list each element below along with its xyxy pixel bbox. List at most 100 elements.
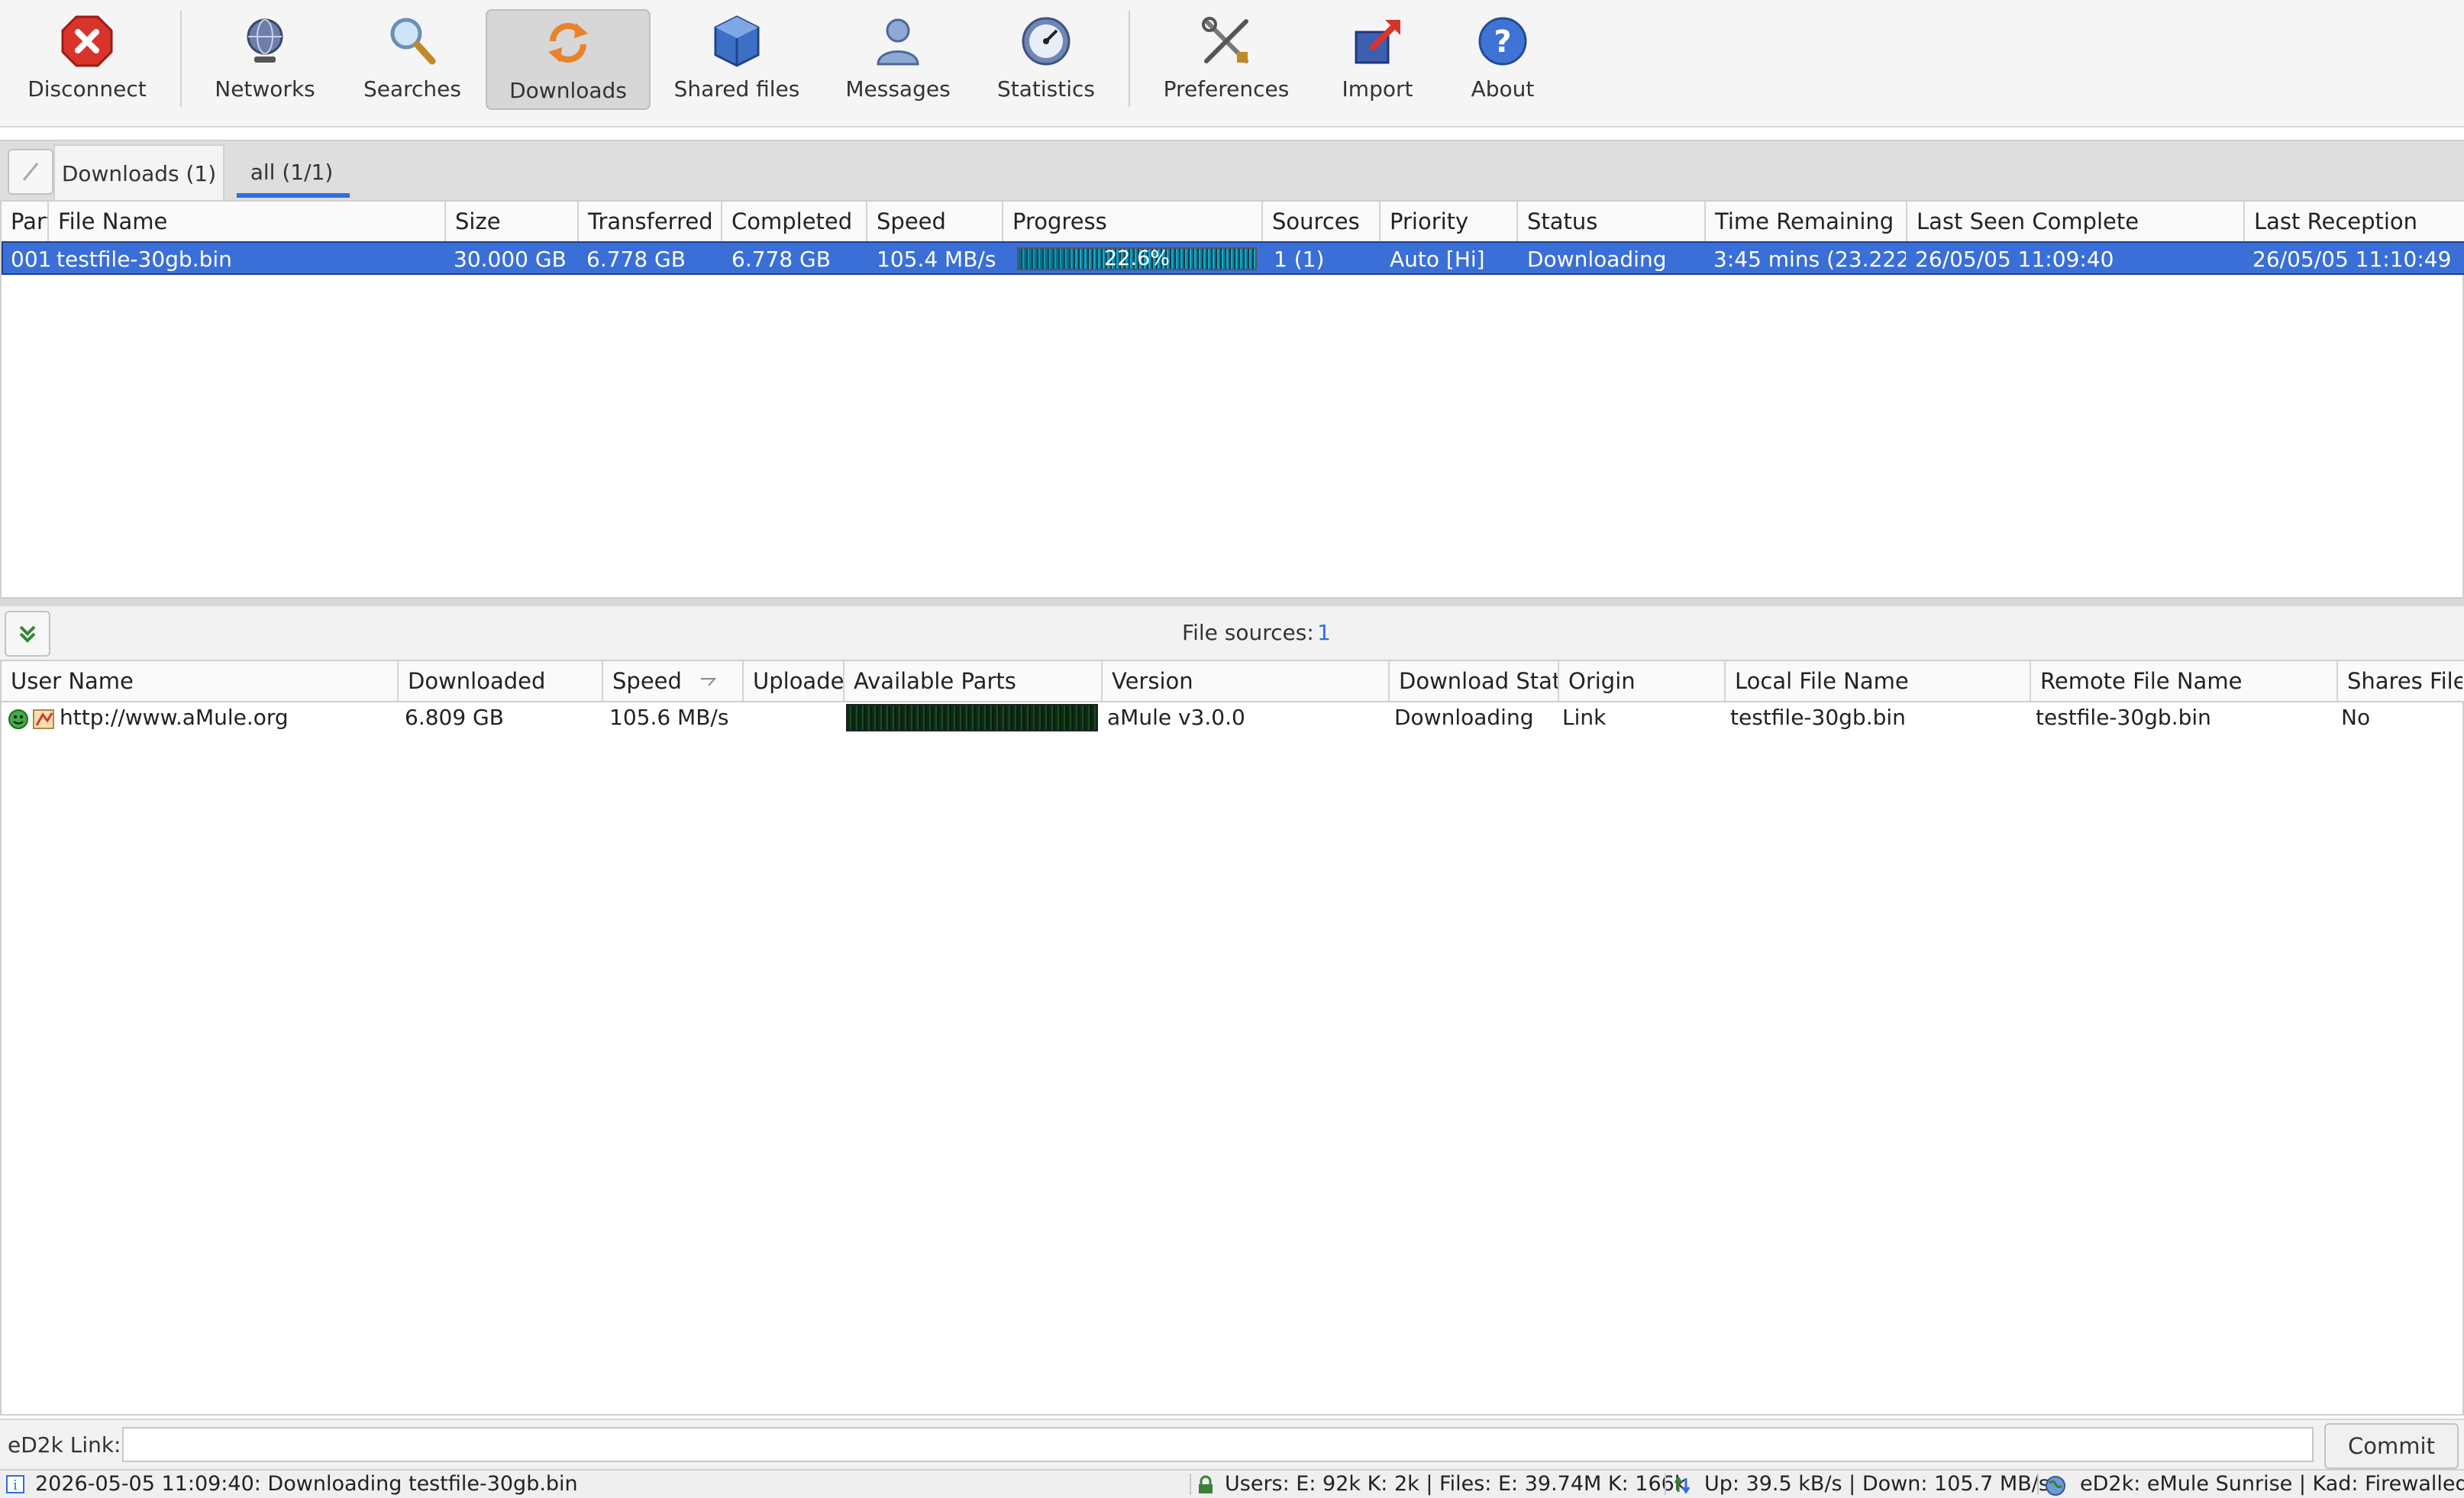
- cell-speed: 105.4 MB/s: [877, 247, 996, 272]
- col-version[interactable]: Version: [1103, 661, 1390, 701]
- col-transferred[interactable]: Transferred: [579, 202, 722, 241]
- info-icon: i: [6, 1475, 24, 1493]
- disconnect-label: Disconnect: [27, 76, 147, 102]
- network-status-icon: [2046, 1476, 2065, 1496]
- downloads-button[interactable]: Downloads: [486, 9, 651, 110]
- col-part[interactable]: Part: [2, 202, 49, 241]
- sources-header: User Name Downloaded Speed Uploaded Avai…: [2, 661, 2464, 702]
- downloads-list: Part File Name Size Transferred Complete…: [0, 200, 2464, 599]
- transfer-arrows-icon: [1674, 1476, 1691, 1494]
- commit-button[interactable]: Commit: [2324, 1423, 2459, 1469]
- status-network: eD2k: eMule Sunrise | Kad: Firewalled: [2080, 1472, 2464, 1496]
- statistics-icon: [1022, 17, 1071, 66]
- splitter[interactable]: [0, 599, 2464, 606]
- double-chevron-down-icon: [19, 625, 36, 643]
- preferences-label: Preferences: [1163, 76, 1290, 102]
- svg-text:i: i: [13, 1477, 18, 1493]
- col-file-name[interactable]: File Name: [49, 202, 446, 241]
- messages-label: Messages: [845, 76, 951, 102]
- downloads-header: Part File Name Size Transferred Complete…: [2, 202, 2464, 243]
- sort-indicator-icon: [701, 678, 717, 686]
- status-separator: [2037, 1474, 2039, 1495]
- preferences-icon: [1202, 17, 1248, 63]
- cell-file-name: testfile-30gb.bin: [57, 247, 232, 272]
- tab-downloads[interactable]: Downloads (1): [53, 144, 224, 201]
- cell-downloaded: 6.809 GB: [405, 705, 504, 730]
- cell-origin: Link: [1562, 705, 1607, 730]
- cell-part: 001: [11, 247, 50, 272]
- toolbar: Disconnect Networks Searches Downloads S…: [0, 0, 2464, 128]
- searches-button[interactable]: Searches: [351, 9, 473, 107]
- col-progress[interactable]: Progress: [1003, 202, 1263, 241]
- col-uploaded[interactable]: Uploaded: [744, 661, 844, 701]
- searches-label: Searches: [363, 76, 461, 102]
- tab-all[interactable]: all (1/1): [223, 144, 360, 199]
- cell-size: 30.000 GB: [454, 247, 567, 272]
- cell-sources: 1 (1): [1274, 247, 1325, 272]
- status-separator: [1665, 1474, 1666, 1495]
- col-available-parts[interactable]: Available Parts: [844, 661, 1103, 701]
- col-remote-file-name[interactable]: Remote File Name: [2031, 661, 2338, 701]
- cell-time-remaining: 3:45 mins (23.222 GB): [1713, 247, 1906, 272]
- preferences-button[interactable]: Preferences: [1150, 9, 1303, 107]
- col-priority[interactable]: Priority: [1381, 202, 1518, 241]
- client-status-icon: [8, 709, 28, 729]
- col-last-seen-complete[interactable]: Last Seen Complete: [1907, 202, 2245, 241]
- status-users: Users: E: 92k K: 2k | Files: E: 39.74M K…: [1225, 1472, 1687, 1496]
- cell-priority: Auto [Hi]: [1390, 247, 1485, 272]
- messages-icon: [877, 18, 919, 66]
- col-downloaded[interactable]: Downloaded: [399, 661, 603, 701]
- col-local-file-name[interactable]: Local File Name: [1726, 661, 2031, 701]
- edit-category-button[interactable]: [8, 149, 53, 195]
- import-icon: [1355, 20, 1400, 64]
- col-download-status[interactable]: Download Status: [1390, 661, 1559, 701]
- shared-files-label: Shared files: [673, 76, 800, 102]
- toggle-sources-button[interactable]: [5, 611, 50, 657]
- search-icon: [390, 18, 436, 65]
- networks-button[interactable]: Networks: [200, 9, 330, 107]
- source-row[interactable]: http://www.aMule.org 6.809 GB 105.6 MB/s…: [2, 701, 2464, 734]
- col-status[interactable]: Status: [1518, 202, 1706, 241]
- svg-text:?: ?: [1494, 24, 1511, 60]
- col-last-reception[interactable]: Last Reception: [2245, 202, 2462, 241]
- downloads-label: Downloads: [509, 78, 627, 103]
- col-completed[interactable]: Completed: [722, 202, 867, 241]
- import-label: Import: [1342, 76, 1413, 102]
- status-separator: [1190, 1474, 1191, 1495]
- ed2k-link-input[interactable]: [122, 1427, 2314, 1462]
- pencil-icon: [22, 163, 39, 181]
- col-speed[interactable]: Speed: [867, 202, 1003, 241]
- import-button[interactable]: Import: [1324, 9, 1431, 107]
- active-tab-indicator: [237, 193, 350, 198]
- sources-list: User Name Downloaded Speed Uploaded Avai…: [0, 660, 2464, 1416]
- file-sources-bar: File sources: 1: [0, 606, 2464, 661]
- users-icon: [1199, 1475, 1213, 1493]
- about-icon: ?: [1478, 17, 1527, 66]
- shared-files-icon: [714, 15, 760, 67]
- shared-files-button[interactable]: Shared files: [664, 9, 809, 107]
- col-source-speed[interactable]: Speed: [603, 661, 744, 701]
- col-user-name[interactable]: User Name: [2, 661, 399, 701]
- status-bar: i 2026-05-05 11:09:40: Downloading testf…: [0, 1469, 2464, 1498]
- cell-completed: 6.778 GB: [731, 247, 831, 272]
- statistics-button[interactable]: Statistics: [985, 9, 1107, 107]
- col-sources[interactable]: Sources: [1263, 202, 1381, 241]
- toolbar-separator: [180, 11, 182, 107]
- networks-icon: [247, 18, 283, 63]
- cell-status: Downloading: [1527, 247, 1667, 272]
- col-time-remaining[interactable]: Time Remaining: [1706, 202, 1907, 241]
- cell-source-speed: 105.6 MB/s: [609, 705, 729, 730]
- col-shares-file-list[interactable]: Shares File List: [2338, 661, 2462, 701]
- messages-button[interactable]: Messages: [837, 9, 959, 107]
- tab-all-label: all (1/1): [250, 159, 334, 185]
- downloads-icon: [548, 23, 588, 63]
- disconnect-button[interactable]: Disconnect: [11, 9, 163, 107]
- tab-downloads-label: Downloads (1): [61, 160, 217, 186]
- about-button[interactable]: ? About: [1449, 9, 1556, 107]
- download-row[interactable]: 001 testfile-30gb.bin 30.000 GB 6.778 GB…: [2, 241, 2464, 275]
- col-origin[interactable]: Origin: [1559, 661, 1726, 701]
- status-log: 2026-05-05 11:09:40: Downloading testfil…: [35, 1472, 578, 1496]
- cell-remote-file-name: testfile-30gb.bin: [2036, 705, 2211, 730]
- col-size[interactable]: Size: [446, 202, 579, 241]
- cell-local-file-name: testfile-30gb.bin: [1730, 705, 1906, 730]
